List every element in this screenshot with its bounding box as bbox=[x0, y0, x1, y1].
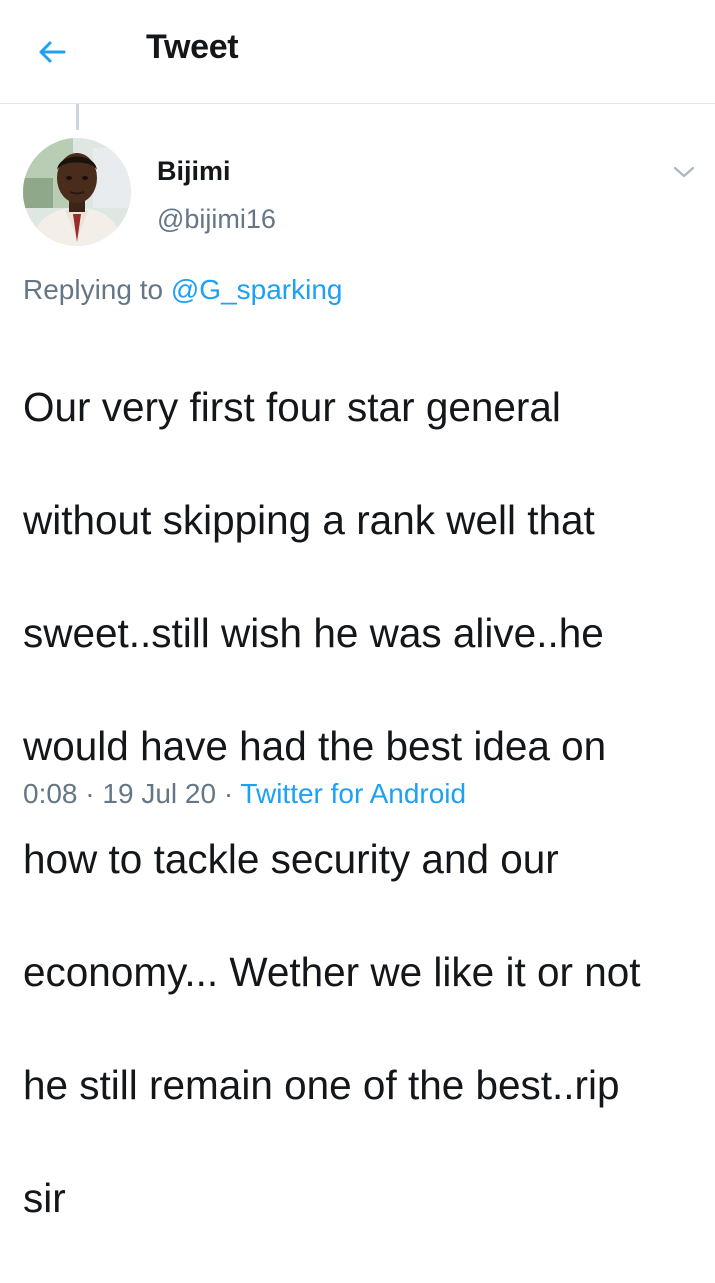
tweet-text-line: Our very first four star general bbox=[23, 383, 561, 430]
tweet-text-line: economy... Wether we like it or not bbox=[23, 948, 641, 995]
chevron-down-icon bbox=[673, 166, 695, 178]
author-display-name[interactable]: Bijimi bbox=[157, 156, 231, 187]
tweet-menu-button[interactable] bbox=[668, 158, 700, 186]
top-bar: Tweet bbox=[0, 0, 715, 104]
tweet-text-line: sweet..still wish he was alive..he bbox=[23, 609, 604, 656]
tweet-text-line: he still remain one of the best..rip bbox=[23, 1061, 620, 1108]
tweet-text-line: without skipping a rank well that bbox=[23, 496, 595, 543]
page-title: Tweet bbox=[146, 28, 239, 66]
reply-context: Replying to @G_sparking bbox=[23, 274, 342, 306]
meta-separator: · bbox=[85, 778, 95, 809]
tweet-text-line: sir bbox=[23, 1174, 66, 1221]
author-handle[interactable]: @bijimi16 bbox=[157, 204, 276, 235]
avatar[interactable] bbox=[23, 138, 131, 246]
tweet-metadata: 0:08 · 19 Jul 20 · Twitter for Android bbox=[23, 778, 466, 810]
replying-label: Replying to bbox=[23, 274, 164, 305]
replying-to-link[interactable]: @G_sparking bbox=[171, 274, 343, 305]
back-button[interactable] bbox=[30, 30, 74, 74]
tweet-text-line: how to tackle security and our bbox=[23, 835, 559, 882]
meta-separator: · bbox=[223, 778, 234, 809]
tweet-source-link[interactable]: Twitter for Android bbox=[240, 778, 466, 809]
arrow-left-icon bbox=[39, 41, 66, 63]
tweet-text-line: would have had the best idea on bbox=[23, 722, 607, 769]
thread-connector-line bbox=[76, 104, 79, 130]
tweet-date: 19 Jul 20 bbox=[102, 778, 217, 809]
tweet-time: 0:08 bbox=[23, 778, 78, 809]
